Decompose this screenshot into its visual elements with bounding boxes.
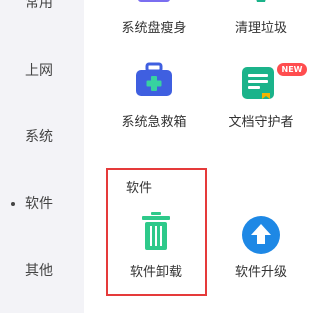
sidebar-item-system[interactable]: 系统 [0, 124, 84, 150]
sidebar-item-other[interactable]: 其他 [0, 258, 84, 284]
sidebar-item-label: 系统 [25, 129, 53, 145]
disk-icon [138, 0, 170, 2]
sidebar-item-label: 其他 [25, 263, 53, 279]
sidebar-item-internet[interactable]: 上网 [0, 58, 84, 84]
sidebar-item-label: 常用 [25, 0, 53, 11]
tool-label: 系统盘瘦身 [121, 21, 187, 36]
first-aid-kit-icon [136, 62, 172, 96]
sidebar-item-software[interactable]: 软件 [0, 191, 84, 217]
software-upgrade-tool[interactable]: 软件升级 [211, 210, 311, 282]
broom-icon [256, 0, 266, 2]
highlight-box [106, 168, 207, 296]
upgrade-arrow-icon [242, 216, 280, 254]
system-rescue-tool[interactable]: 系统急救箱 [104, 60, 204, 130]
active-indicator-dot [11, 202, 15, 206]
new-badge: NEW [277, 63, 307, 76]
tool-label: 软件升级 [234, 265, 287, 280]
sidebar-item-common[interactable]: 常用 [0, 0, 84, 16]
tool-label: 文档守护者 [228, 115, 294, 130]
clean-junk-tool[interactable]: 清理垃圾 [211, 0, 311, 40]
category-sidebar: 常用 上网 系统 软件 其他 [0, 0, 84, 313]
tool-label: 系统急救箱 [121, 115, 187, 130]
sidebar-item-label: 软件 [25, 196, 53, 212]
sidebar-item-label: 上网 [25, 63, 53, 79]
disk-slim-tool[interactable]: 系统盘瘦身 [104, 0, 204, 40]
tool-label: 清理垃圾 [234, 21, 287, 36]
